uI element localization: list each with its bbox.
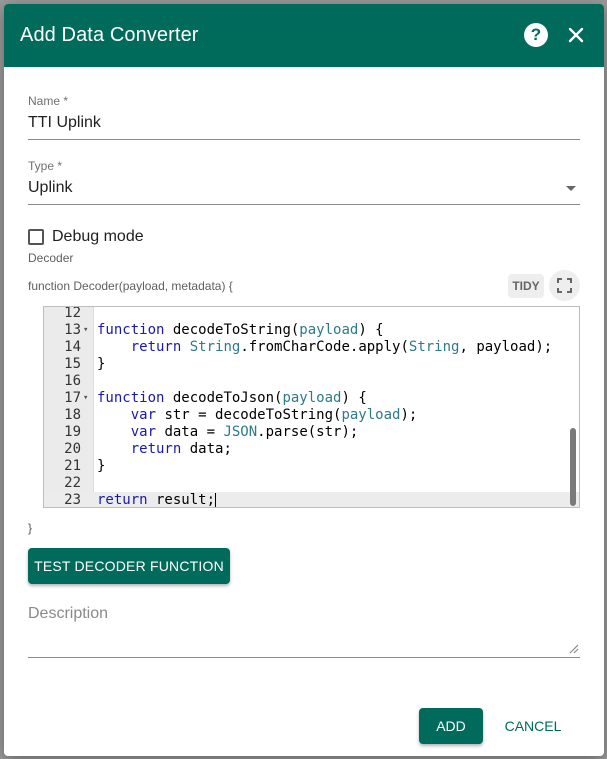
code-line[interactable]: 14 return String.fromCharCode.apply(Stri… bbox=[44, 339, 579, 356]
line-number: 14 bbox=[64, 339, 81, 355]
cancel-button[interactable]: CANCEL bbox=[494, 708, 572, 744]
code-line[interactable]: 18 var str = decodeToString(payload); bbox=[44, 407, 579, 424]
line-number: 23 bbox=[64, 492, 81, 508]
line-number: 20 bbox=[64, 441, 81, 457]
type-select-underline bbox=[28, 204, 580, 205]
line-number: 16 bbox=[64, 373, 81, 389]
code-line[interactable]: 12 bbox=[44, 306, 579, 322]
description-underline bbox=[28, 657, 580, 658]
fullscreen-icon[interactable] bbox=[549, 270, 580, 301]
code-text: return data; bbox=[130, 441, 232, 457]
line-number: 19 bbox=[64, 424, 81, 440]
code-line[interactable]: 20 return data; bbox=[44, 441, 579, 458]
decoder-signature: function Decoder(payload, metadata) { bbox=[28, 279, 233, 293]
add-data-converter-dialog: Add Data Converter ? Name * TTI Uplink T… bbox=[4, 4, 604, 756]
debug-mode-checkbox[interactable] bbox=[28, 229, 44, 245]
code-line[interactable]: 19 var data = JSON.parse(str); bbox=[44, 424, 579, 441]
code-text: } bbox=[97, 356, 106, 372]
code-text: var str = decodeToString(payload); bbox=[130, 407, 418, 423]
dialog-title: Add Data Converter bbox=[20, 24, 199, 46]
line-number: 18 bbox=[64, 407, 81, 423]
decoder-closing-brace: } bbox=[28, 521, 33, 535]
code-editor[interactable]: 12 13 ▾ function decodeToString(payload) {1… bbox=[43, 306, 580, 508]
test-decoder-function-button[interactable]: TEST DECODER FUNCTION bbox=[28, 548, 230, 584]
text-cursor bbox=[215, 492, 217, 507]
code-line[interactable]: 13 ▾ function decodeToString(payload) { bbox=[44, 322, 579, 339]
help-icon[interactable]: ? bbox=[524, 23, 548, 47]
line-number: 21 bbox=[64, 458, 81, 474]
code-text: } bbox=[97, 458, 106, 474]
close-icon[interactable] bbox=[564, 23, 588, 47]
code-text: function decodeToString(payload) { bbox=[97, 322, 384, 338]
dialog-titlebar: Add Data Converter ? bbox=[4, 4, 604, 67]
editor-scrollbar[interactable] bbox=[570, 428, 576, 506]
code-line[interactable]: 17 ▾ function decodeToJson(payload) { bbox=[44, 390, 579, 407]
code-line[interactable]: 16 bbox=[44, 373, 579, 390]
code-text: function decodeToJson(payload) { bbox=[97, 390, 367, 406]
name-field-label: Name * bbox=[28, 94, 69, 108]
name-input[interactable]: TTI Uplink bbox=[28, 114, 101, 132]
code-text: return String.fromCharCode.apply(String,… bbox=[130, 339, 553, 355]
code-line[interactable]: 22 bbox=[44, 475, 579, 492]
code-text: return result; bbox=[97, 492, 217, 508]
add-button[interactable]: ADD bbox=[419, 708, 483, 744]
fold-chevron-icon[interactable]: ▾ bbox=[83, 390, 88, 407]
name-input-underline bbox=[28, 139, 580, 140]
description-textarea[interactable]: Description bbox=[28, 605, 108, 623]
code-line[interactable]: 15} bbox=[44, 356, 579, 373]
debug-mode-label[interactable]: Debug mode bbox=[52, 228, 144, 246]
decoder-section-label: Decoder bbox=[28, 251, 74, 265]
type-select[interactable]: Uplink bbox=[28, 179, 72, 197]
line-number: 15 bbox=[64, 356, 81, 372]
line-number: 12 bbox=[64, 306, 81, 321]
resize-handle-icon[interactable] bbox=[567, 641, 579, 654]
type-field-label: Type * bbox=[28, 159, 63, 173]
code-text: var data = JSON.parse(str); bbox=[130, 424, 359, 440]
line-number: 13 bbox=[64, 322, 81, 338]
code-line[interactable]: 21} bbox=[44, 458, 579, 475]
line-number: 17 bbox=[64, 390, 81, 406]
line-number: 22 bbox=[64, 475, 81, 491]
fold-chevron-icon[interactable]: ▾ bbox=[83, 322, 88, 339]
code-line[interactable]: 23 return result; bbox=[44, 492, 579, 508]
chevron-down-icon[interactable] bbox=[566, 186, 576, 191]
tidy-button[interactable]: TIDY bbox=[508, 274, 544, 298]
